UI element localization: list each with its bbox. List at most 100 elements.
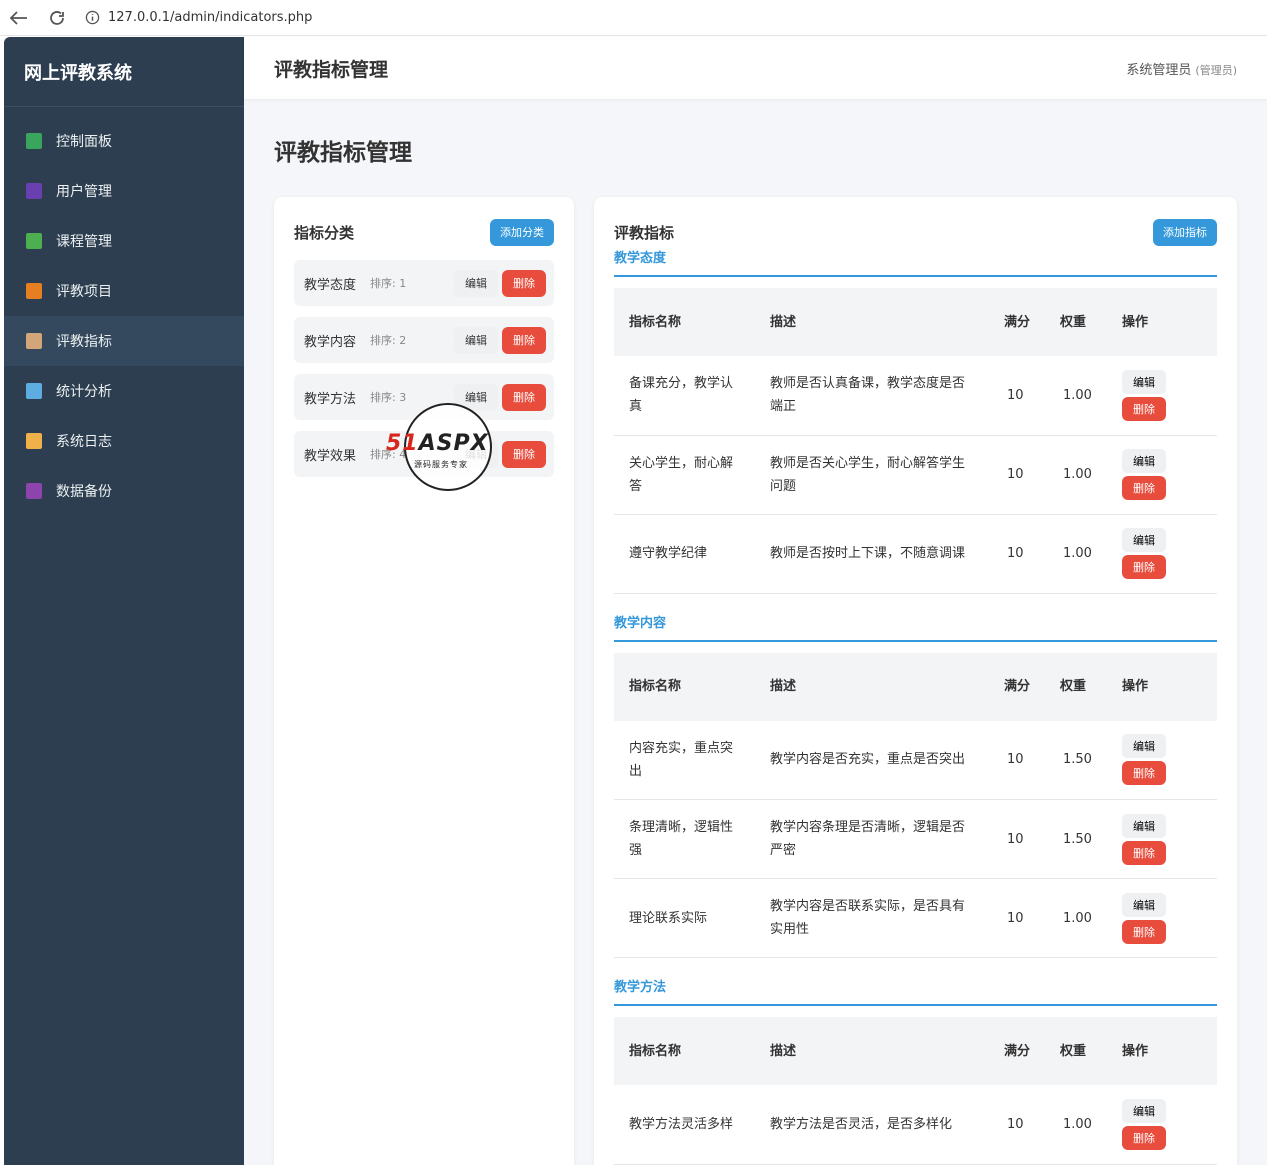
sidebar-item-label: 课程管理 <box>56 234 112 250</box>
delete-category-button[interactable]: 删除 <box>502 326 546 354</box>
delete-indicator-button[interactable]: 删除 <box>1121 840 1166 865</box>
add-indicator-button[interactable]: 添加指标 <box>1153 218 1217 246</box>
sidebar-item-label: 控制面板 <box>56 134 112 150</box>
indicator-actions: 编辑 删除 <box>1106 356 1217 436</box>
indicator-desc: 教师是否按时上下课，不随意调课 <box>755 514 992 594</box>
indicator-name: 条理清晰，逻辑性强 <box>614 799 755 879</box>
floppy-disk-icon <box>26 483 42 499</box>
column-header: 满分 <box>992 652 1048 721</box>
column-header: 指标名称 <box>614 288 755 356</box>
reload-icon[interactable] <box>47 8 67 28</box>
table-row: 关心学生，耐心解答 教师是否关心学生，耐心解答学生问题 10 1.00 编辑 删除 <box>614 435 1217 515</box>
indicator-actions: 编辑 删除 <box>1106 1085 1217 1165</box>
indicator-desc: 教师是否认真备课，教学态度是否端正 <box>755 356 992 436</box>
indicator-actions: 编辑 删除 <box>1106 878 1217 958</box>
sidebar: 网上评教系统 控制面板用户管理课程管理评教项目评教指标统计分析系统日志数据备份 <box>4 37 244 1165</box>
edit-indicator-button[interactable]: 编辑 <box>1121 449 1166 473</box>
indicator-name: 理论联系实际 <box>614 878 755 958</box>
memo-icon <box>26 283 42 299</box>
category-card: 指标分类 添加分类 教学态度 排序: 1 编辑 删除 教学内容 排序: 2 编辑 删除 教学方法… <box>274 197 574 1165</box>
table-header-row: 指标名称 描述 满分 权重 操作 <box>614 1017 1217 1085</box>
table-header-row: 指标名称 描述 满分 权重 操作 <box>614 652 1217 721</box>
edit-indicator-button[interactable]: 编辑 <box>1121 369 1166 394</box>
column-header: 操作 <box>1106 288 1217 356</box>
edit-indicator-button[interactable]: 编辑 <box>1121 892 1166 917</box>
indicator-desc: 教学内容条理是否清晰，逻辑是否严密 <box>755 799 992 879</box>
indicator-actions: 编辑 删除 <box>1106 435 1217 515</box>
back-arrow-icon[interactable] <box>9 8 29 28</box>
main-area: 评教指标管理 系统管理员 (管理员) 评教指标管理 指标分类 添加分类 教学态度排… <box>244 37 1267 1165</box>
edit-indicator-button[interactable]: 编辑 <box>1121 813 1166 838</box>
indicator-card: 评教指标 添加指标 教学态度 指标名称 描述 满分 权重 操作 备课充分，教学认真 教师是否认… <box>594 197 1237 1165</box>
indicator-score: 10 <box>992 435 1048 515</box>
bar-chart-icon <box>26 133 42 149</box>
user-info: 系统管理员 (管理员) <box>1126 59 1237 78</box>
column-header: 权重 <box>1048 652 1107 721</box>
delete-category-button[interactable]: 删除 <box>502 383 546 411</box>
edit-indicator-button[interactable]: 编辑 <box>1121 528 1166 552</box>
site-info-icon[interactable] <box>85 10 100 25</box>
edit-indicator-button[interactable]: 编辑 <box>1121 734 1166 759</box>
table-row: 条理清晰，逻辑性强 教学内容条理是否清晰，逻辑是否严密 10 1.50 编辑 删除 <box>614 799 1217 879</box>
trend-chart-icon <box>26 383 42 399</box>
page-title: 评教指标管理 <box>274 140 412 166</box>
delete-indicator-button[interactable]: 删除 <box>1121 476 1166 500</box>
watermark-tagline: 源码服务专家 <box>414 460 468 469</box>
sidebar-item-3[interactable]: 评教项目 <box>4 266 244 316</box>
indicator-score: 10 <box>992 1085 1048 1165</box>
table-row: 理论联系实际 教学内容是否联系实际，是否具有实用性 10 1.00 编辑 删除 <box>614 878 1217 958</box>
column-header: 指标名称 <box>614 1017 755 1085</box>
sidebar-item-label: 数据备份 <box>56 484 112 500</box>
sidebar-item-label: 评教项目 <box>56 284 112 300</box>
edit-category-button[interactable]: 编辑 <box>454 269 498 297</box>
sidebar-item-2[interactable]: 课程管理 <box>4 216 244 266</box>
indicator-weight: 1.00 <box>1048 1085 1107 1165</box>
add-category-button[interactable]: 添加分类 <box>490 218 554 246</box>
table-row: 内容充实，重点突出 教学内容是否充实，重点是否突出 10 1.50 编辑 删除 <box>614 720 1217 800</box>
category-name: 教学态度 <box>304 277 357 293</box>
indicator-sections: 教学态度 指标名称 描述 满分 权重 操作 备课充分，教学认真 教师是否认真备课，教学态度是否… <box>614 247 1217 1165</box>
delete-indicator-button[interactable]: 删除 <box>1121 396 1166 421</box>
column-header: 描述 <box>755 1017 992 1085</box>
clipboard-icon <box>26 333 42 349</box>
books-icon <box>26 233 42 249</box>
delete-category-button[interactable]: 删除 <box>502 440 546 468</box>
category-name: 教学效果 <box>304 448 357 464</box>
scroll-icon <box>26 433 42 449</box>
column-header: 满分 <box>992 288 1048 356</box>
category-order: 排序: 1 <box>370 277 407 290</box>
sidebar-item-6[interactable]: 系统日志 <box>4 416 244 466</box>
delete-indicator-button[interactable]: 删除 <box>1121 761 1166 786</box>
sidebar-item-label: 统计分析 <box>56 384 112 400</box>
sidebar-item-5[interactable]: 统计分析 <box>4 366 244 416</box>
indicator-score: 10 <box>992 720 1048 800</box>
edit-indicator-button[interactable]: 编辑 <box>1121 1098 1166 1123</box>
category-card-title: 指标分类 <box>294 223 355 242</box>
sidebar-item-0[interactable]: 控制面板 <box>4 116 244 166</box>
indicator-actions: 编辑 删除 <box>1106 799 1217 879</box>
indicator-score: 10 <box>992 514 1048 594</box>
delete-category-button[interactable]: 删除 <box>502 269 546 297</box>
indicator-weight: 1.00 <box>1048 435 1107 515</box>
indicator-weight: 1.00 <box>1048 356 1107 436</box>
delete-indicator-button[interactable]: 删除 <box>1121 555 1166 579</box>
edit-category-button[interactable]: 编辑 <box>454 326 498 354</box>
indicator-table: 指标名称 描述 满分 权重 操作 教学方法灵活多样 教学方法是否灵活，是否多样化 10 1.00… <box>614 1017 1217 1165</box>
sidebar-item-4[interactable]: 评教指标 <box>4 316 244 366</box>
indicator-section: 教学态度 指标名称 描述 满分 权重 操作 备课充分，教学认真 教师是否认真备课，教学态度是否… <box>614 247 1217 594</box>
indicator-actions: 编辑 删除 <box>1106 514 1217 594</box>
address-bar[interactable]: 127.0.0.1/admin/indicators.php <box>81 3 1261 32</box>
indicator-section: 教学方法 指标名称 描述 满分 权重 操作 教学方法灵活多样 教学方法是否灵活，是否多样化 10… <box>614 976 1217 1165</box>
user-role: (管理员) <box>1195 63 1237 77</box>
sidebar-item-7[interactable]: 数据备份 <box>4 466 244 516</box>
delete-indicator-button[interactable]: 删除 <box>1121 1125 1166 1150</box>
indicator-name: 内容充实，重点突出 <box>614 720 755 800</box>
url-text: 127.0.0.1/admin/indicators.php <box>108 10 313 25</box>
delete-indicator-button[interactable]: 删除 <box>1121 919 1166 944</box>
indicator-weight: 1.50 <box>1048 720 1107 800</box>
indicator-card-header: 评教指标 添加指标 <box>614 217 1217 247</box>
sidebar-item-1[interactable]: 用户管理 <box>4 166 244 216</box>
users-icon <box>26 183 42 199</box>
app-brand: 网上评教系统 <box>4 37 244 107</box>
indicator-score: 10 <box>992 878 1048 958</box>
